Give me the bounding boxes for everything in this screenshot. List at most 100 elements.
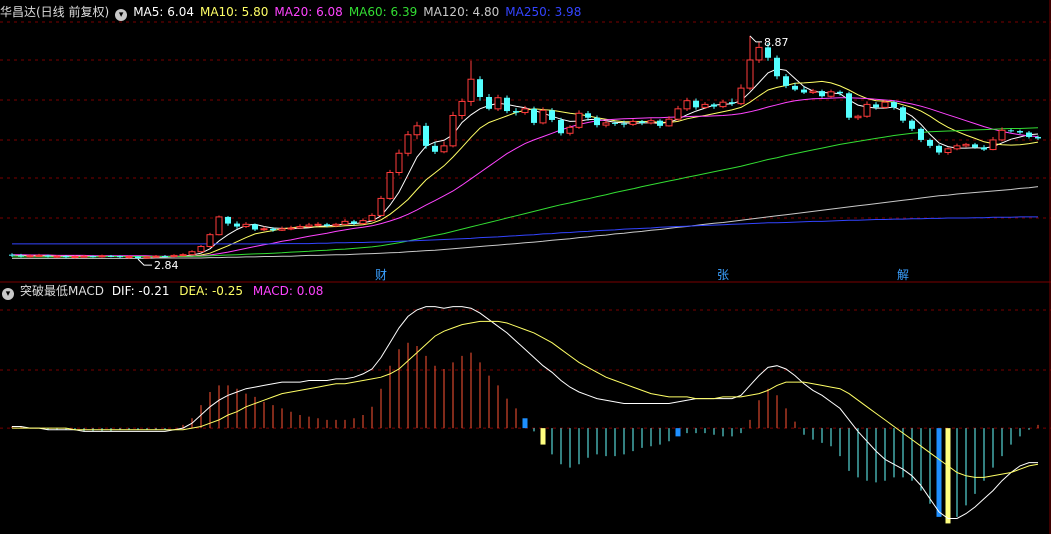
macd-highlight-bar: [945, 428, 951, 524]
candle-body: [504, 97, 510, 112]
candle-body: [621, 123, 627, 125]
candle-body: [143, 256, 151, 259]
candle-body: [693, 100, 699, 108]
candle-body: [45, 255, 51, 257]
macd-highlight-bar: [936, 428, 942, 517]
candle-body: [234, 223, 240, 227]
candle-body: [665, 118, 673, 127]
candle-body: [909, 120, 915, 129]
high-pointer: [749, 35, 762, 43]
candle-body: [305, 224, 313, 228]
candle-body: [1008, 130, 1014, 132]
candle-body: [467, 78, 475, 102]
candle-body: [783, 76, 789, 86]
candle-body: [719, 101, 727, 108]
candle-body: [287, 227, 295, 230]
candle-body: [432, 145, 438, 152]
candle-body: [35, 254, 43, 257]
macd-highlight-bar: [675, 428, 681, 437]
candle-body: [737, 87, 745, 105]
low-pointer: [137, 258, 152, 266]
candle-body: [90, 256, 96, 258]
candle-body: [674, 108, 682, 120]
ma-line-ma60: [12, 127, 1039, 258]
candle-body: [458, 100, 466, 116]
candle-body: [332, 223, 340, 227]
candle-body: [242, 223, 250, 228]
ma-line-ma120: [12, 186, 1039, 259]
macd-highlight-bar: [522, 418, 528, 429]
candle-body: [962, 143, 970, 147]
candle-body: [998, 129, 1006, 141]
candle-body: [585, 113, 591, 118]
candle-body: [9, 254, 15, 256]
candle-body: [1026, 132, 1032, 137]
candle-body: [1017, 131, 1023, 133]
candle-body: [602, 122, 610, 126]
candle-body: [486, 96, 492, 109]
candle-body: [989, 139, 997, 151]
candle-body: [729, 102, 735, 104]
candle-body: [566, 126, 574, 134]
candle-body: [26, 255, 34, 258]
candle-body: [647, 120, 655, 124]
candle-body: [801, 89, 807, 93]
high-price-label: 8.87: [764, 36, 789, 49]
ma-line-ma5: [11, 68, 1039, 258]
candle-body: [197, 246, 205, 253]
candle-body: [53, 255, 61, 258]
candle-body: [639, 121, 645, 123]
candle-body: [440, 145, 448, 153]
candle-body: [386, 172, 394, 199]
candle-body: [152, 255, 160, 258]
candle-body: [125, 256, 133, 259]
candle-body: [521, 108, 529, 114]
candle-body: [206, 234, 214, 248]
candle-body: [819, 91, 825, 97]
candle-body: [755, 46, 763, 61]
candle-body: [549, 110, 555, 120]
candle-body: [423, 125, 429, 146]
candle-body: [575, 112, 583, 128]
candle-body: [404, 134, 412, 154]
candle-body: [377, 197, 385, 216]
candle-body: [873, 104, 879, 108]
candle-body: [449, 114, 457, 147]
candle-body: [170, 254, 178, 258]
candle-body: [477, 79, 483, 97]
candle-body: [324, 224, 330, 226]
ma-line-ma250: [12, 216, 1038, 245]
candle-body: [629, 120, 637, 125]
macd-highlight-bar: [540, 428, 546, 445]
event-marker-text: 张: [717, 268, 729, 282]
candle-body: [80, 255, 88, 258]
candle-body: [215, 216, 223, 236]
candle-body: [494, 97, 502, 110]
candle-body: [711, 104, 717, 107]
candle-body: [891, 102, 897, 108]
candle-body: [539, 109, 547, 124]
candle-body: [746, 59, 754, 89]
candle-body: [513, 111, 519, 113]
candle-body: [1035, 136, 1041, 139]
candle-body: [809, 90, 817, 94]
candle-body: [846, 93, 852, 118]
candle-body: [612, 122, 618, 124]
candle-body: [837, 91, 843, 94]
candle-body: [918, 128, 924, 140]
candle-body: [108, 255, 114, 257]
candle-body: [314, 223, 322, 226]
candle-body: [936, 145, 942, 153]
candle-body: [594, 117, 600, 126]
kline-chart[interactable]: 8.87 2.84 财 张 解: [0, 0, 1051, 534]
candle-body: [863, 103, 871, 117]
candle-body: [981, 147, 987, 150]
candle-body: [225, 216, 231, 224]
candle-body: [972, 144, 978, 148]
ma-line-ma20: [12, 97, 1039, 257]
low-price-label: 2.84: [154, 259, 179, 272]
candle-body: [135, 256, 141, 259]
candle-body: [162, 256, 168, 258]
candle-body: [531, 108, 537, 123]
event-marker-text: 解: [897, 268, 909, 282]
